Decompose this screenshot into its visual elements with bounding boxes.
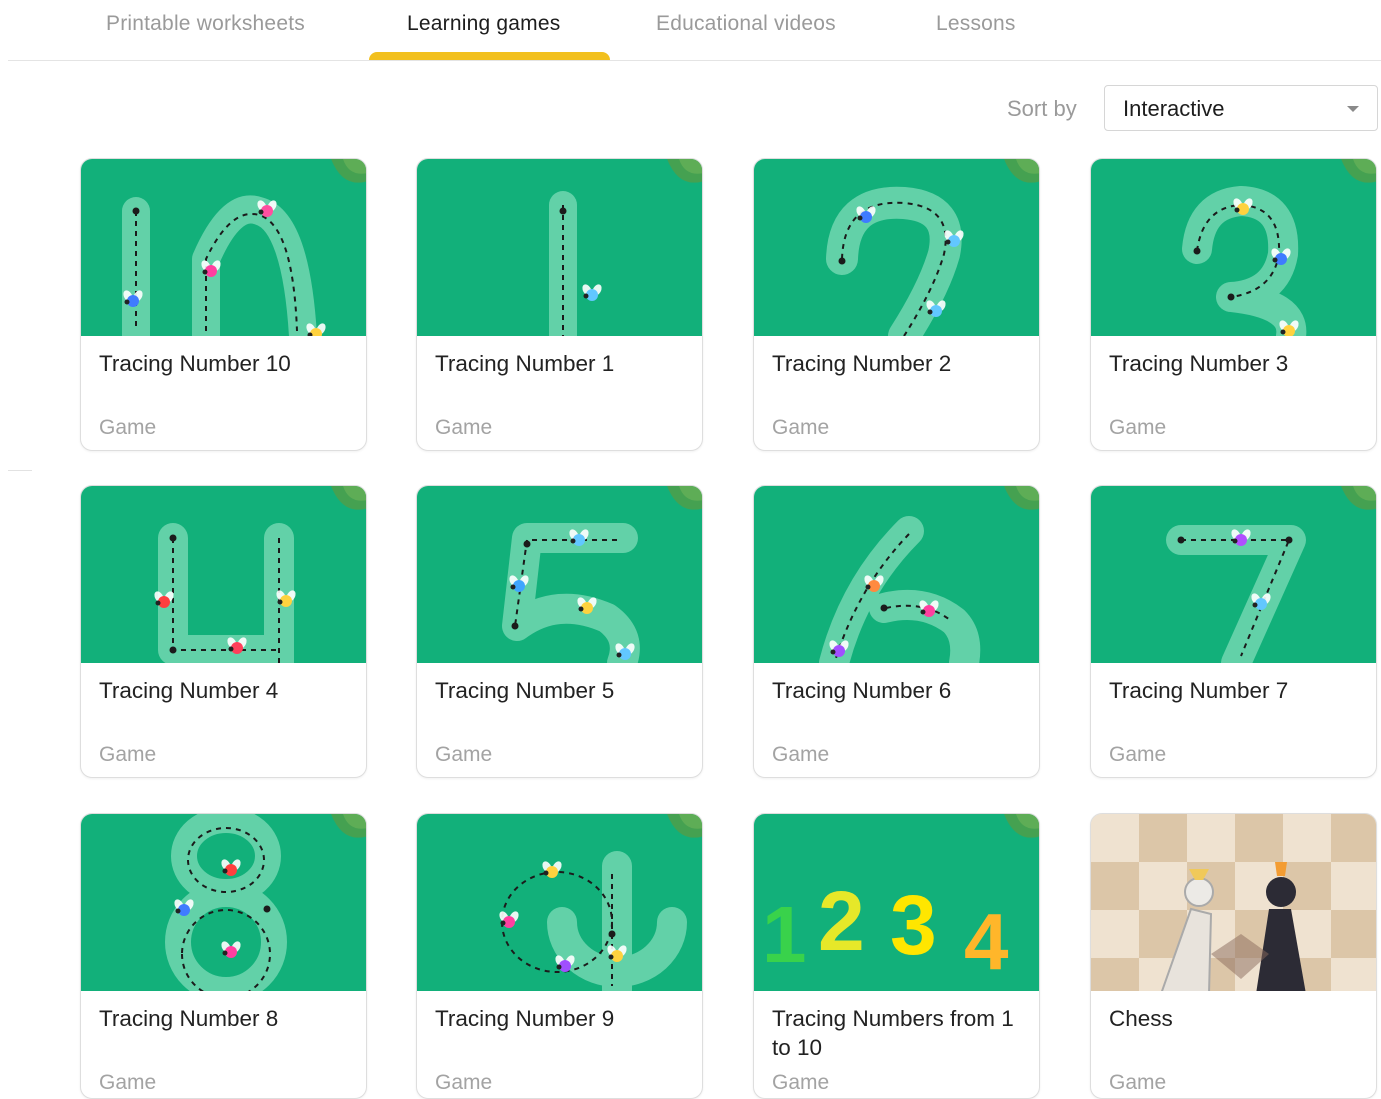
thumbnail-numbers-1234: 1234 — [754, 814, 1039, 991]
sort-dropdown[interactable]: Interactive — [1104, 85, 1378, 131]
svg-text:3: 3 — [890, 878, 937, 972]
card-type: Game — [435, 743, 493, 766]
card-type: Game — [99, 1071, 157, 1094]
thumbnail-number-8 — [81, 814, 366, 991]
svg-text:4: 4 — [964, 897, 1009, 986]
thumbnail-number-9 — [417, 814, 702, 991]
card-type: Game — [772, 416, 830, 439]
tabs-divider — [8, 60, 1381, 61]
card-type: Game — [772, 1071, 830, 1094]
thumbnail-number-6 — [754, 486, 1039, 663]
card-title: Tracing Number 1 — [435, 351, 615, 376]
game-card[interactable]: Chess Game — [1090, 813, 1377, 1099]
chevron-down-icon — [1347, 106, 1359, 112]
card-title: Tracing Number 6 — [772, 678, 952, 703]
game-card[interactable]: Tracing Number 8 Game — [80, 813, 367, 1099]
card-type: Game — [435, 1071, 493, 1094]
content-tabs: Printable worksheets Learning games Educ… — [0, 0, 1381, 61]
thumbnail-art — [826, 159, 1039, 336]
card-type: Game — [99, 743, 157, 766]
thumbnail-number-2 — [754, 159, 1039, 336]
thumbnail-art — [549, 159, 702, 336]
game-card[interactable]: Tracing Number 1 Game — [416, 158, 703, 451]
card-title: Tracing Number 7 — [1109, 678, 1289, 703]
card-title: Tracing Number 10 — [99, 351, 291, 376]
divider — [8, 470, 32, 471]
thumbnail-number-7 — [1091, 486, 1376, 663]
thumbnail-number-3 — [1091, 159, 1376, 336]
card-type: Game — [435, 416, 493, 439]
thumbnail-art — [1091, 814, 1376, 991]
game-card[interactable]: 1234 Tracing Numbers from 1 to 10 Game — [753, 813, 1040, 1099]
thumbnail-number-4 — [81, 486, 366, 663]
card-title: Tracing Number 5 — [435, 678, 615, 703]
card-title: Tracing Number 2 — [772, 351, 952, 376]
card-title: Tracing Number 4 — [99, 678, 279, 703]
tab-lessons[interactable]: Lessons — [936, 12, 1016, 36]
card-type: Game — [772, 743, 830, 766]
thumbnail-art — [499, 814, 702, 991]
thumbnail-number-10 — [81, 159, 366, 336]
game-card[interactable]: Tracing Number 5 Game — [416, 485, 703, 778]
game-card[interactable]: Tracing Number 7 Game — [1090, 485, 1377, 778]
game-card[interactable]: Tracing Number 6 Game — [753, 485, 1040, 778]
game-card[interactable]: Tracing Number 2 Game — [753, 158, 1040, 451]
thumbnail-art — [165, 814, 366, 991]
card-title: Tracing Numbers from 1 to 10 — [772, 1006, 1014, 1060]
card-type: Game — [1109, 743, 1167, 766]
card-title: Chess — [1109, 1006, 1173, 1031]
thumbnail-number-1 — [417, 159, 702, 336]
card-title: Tracing Number 8 — [99, 1006, 279, 1031]
card-type: Game — [1109, 1071, 1167, 1094]
thumbnail-art — [502, 486, 702, 663]
svg-text:1: 1 — [762, 890, 807, 979]
tab-educational-videos[interactable]: Educational videos — [656, 12, 836, 36]
game-card[interactable]: Tracing Number 4 Game — [80, 485, 367, 778]
active-tab-indicator — [369, 52, 610, 60]
sort-by-label: Sort by — [1007, 96, 1077, 121]
thumbnail-art — [819, 486, 1039, 663]
sort-selected-value: Interactive — [1123, 96, 1225, 121]
card-title: Tracing Number 9 — [435, 1006, 615, 1031]
card-title: Tracing Number 3 — [1109, 351, 1289, 376]
card-type: Game — [1109, 416, 1167, 439]
tab-learning-games[interactable]: Learning games — [407, 12, 560, 36]
thumbnail-art — [122, 159, 366, 336]
thumbnail-chess — [1091, 814, 1376, 991]
thumbnail-art — [1166, 486, 1376, 663]
thumbnail-number-5 — [417, 486, 702, 663]
game-card[interactable]: Tracing Number 10 Game — [80, 158, 367, 451]
game-card[interactable]: Tracing Number 3 Game — [1090, 158, 1377, 451]
card-type: Game — [99, 416, 157, 439]
thumbnail-art — [154, 486, 366, 663]
thumbnail-art — [1182, 159, 1376, 336]
game-card[interactable]: Tracing Number 9 Game — [416, 813, 703, 1099]
tab-printable-worksheets[interactable]: Printable worksheets — [106, 12, 305, 36]
thumbnail-art: 1234 — [762, 814, 1039, 986]
svg-text:2: 2 — [818, 874, 865, 968]
